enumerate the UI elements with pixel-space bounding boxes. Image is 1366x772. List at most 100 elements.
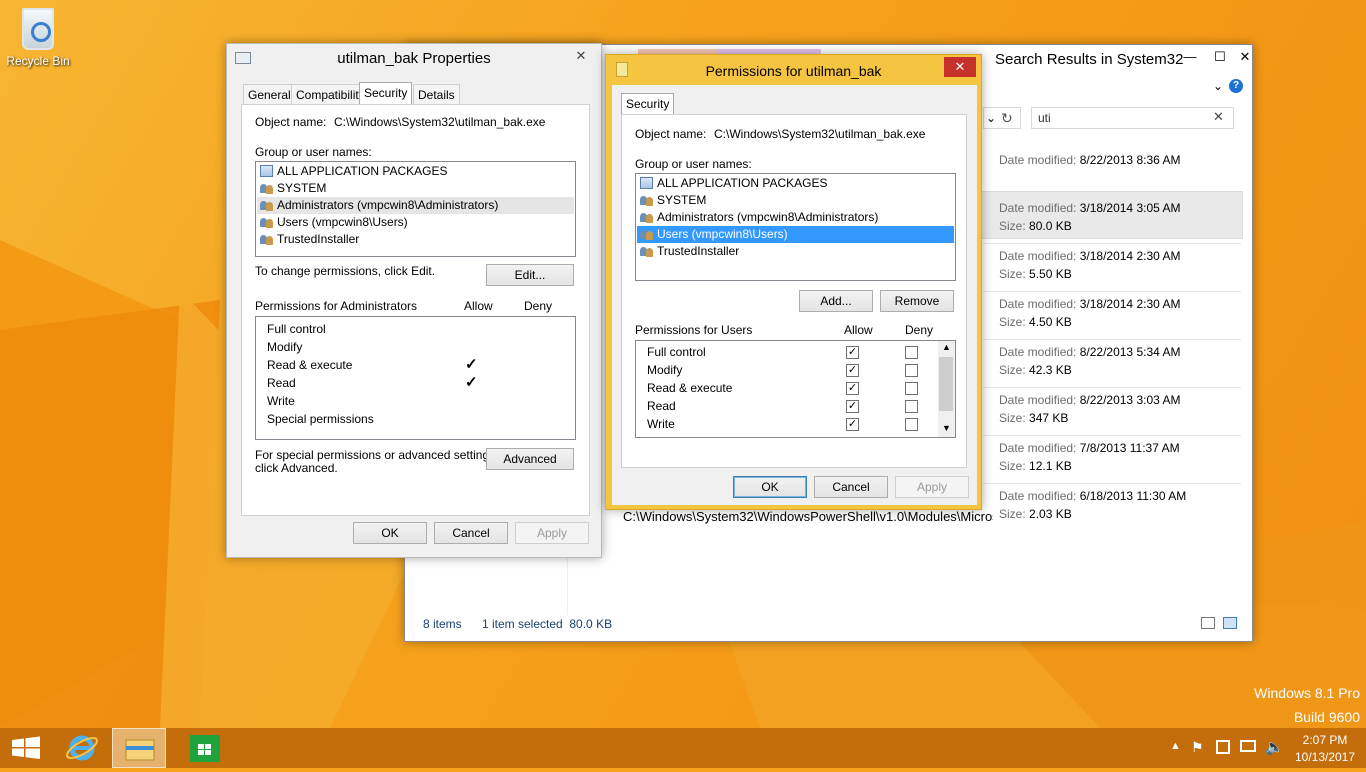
user-item[interactable]: TrustedInstaller (260, 231, 359, 248)
deny-checkbox[interactable] (905, 364, 918, 377)
network-icon[interactable] (1240, 740, 1256, 752)
allow-checkbox[interactable]: ✓ (846, 346, 859, 359)
chevron-down-icon[interactable]: ⌄ (1213, 79, 1223, 93)
internet-explorer-taskbar[interactable] (56, 728, 110, 768)
user-item[interactable]: SYSTEM (640, 192, 706, 209)
result-item[interactable]: Date modified: 8/22/2013 5:34 AM Size: 42… (999, 345, 1180, 377)
close-icon[interactable]: ✕ (566, 46, 596, 66)
file-explorer-taskbar[interactable] (112, 728, 166, 768)
size-value: 5.50 KB (1029, 267, 1072, 281)
deny-checkbox[interactable] (905, 382, 918, 395)
date-value: 3/18/2014 2:30 AM (1079, 249, 1181, 263)
date-value: 7/8/2013 11:37 AM (1079, 441, 1180, 455)
perm-item: Special permissions (267, 412, 374, 426)
allow-checkbox[interactable]: ✓ (846, 382, 859, 395)
store-taskbar[interactable] (178, 728, 232, 768)
windows-logo-icon (12, 736, 40, 759)
ok-button[interactable]: OK (733, 476, 807, 498)
deny-checkbox[interactable] (905, 400, 918, 413)
watermark-edition: Windows 8.1 Pro (1254, 685, 1360, 701)
deny-checkbox[interactable] (905, 346, 918, 359)
date-label: Date modified: (999, 153, 1077, 167)
result-item[interactable]: Date modified: 8/22/2013 3:03 AM Size: 34… (999, 393, 1180, 425)
cancel-button[interactable]: Cancel (814, 476, 888, 498)
result-path: C:\Windows\System32\WindowsPowerShell\v1… (623, 509, 993, 524)
taskbar: ▲ ⚑ 🔈 2:07 PM 10/13/2017 (0, 728, 1366, 768)
packages-icon (260, 165, 273, 177)
flag-icon[interactable]: ⚑ (1191, 739, 1204, 756)
result-item[interactable]: Date modified: 7/8/2013 11:37 AM Size: 12… (999, 441, 1180, 473)
advanced-button[interactable]: Advanced (486, 448, 574, 470)
perm-item: Read (647, 399, 676, 413)
refresh-icon[interactable]: ↻ (1001, 107, 1013, 129)
allow-checkbox[interactable]: ✓ (846, 364, 859, 377)
result-item[interactable]: Date modified: 8/22/2013 8:36 AM (999, 153, 1180, 171)
security-page: Object name: C:\Windows\System32\utilman… (241, 104, 590, 516)
user-item[interactable]: SYSTEM (260, 180, 326, 197)
tab-security[interactable]: Security (359, 82, 413, 104)
close-icon[interactable]: ✕ (1235, 47, 1255, 67)
deny-checkbox[interactable] (905, 418, 918, 431)
ok-button[interactable]: OK (353, 522, 427, 544)
tab-details[interactable]: Details (413, 84, 460, 104)
device-icon[interactable] (1216, 740, 1230, 754)
tab-compatibility[interactable]: Compatibility (291, 84, 370, 104)
remove-button[interactable]: Remove (880, 290, 954, 312)
maximize-icon[interactable]: ☐ (1205, 47, 1235, 67)
users-icon (260, 233, 273, 245)
add-button[interactable]: Add... (799, 290, 873, 312)
tab-general[interactable]: General (243, 84, 296, 104)
user-list[interactable]: ALL APPLICATION PACKAGES SYSTEM Administ… (255, 161, 576, 257)
user-item[interactable]: Administrators (vmpcwin8\Administrators) (257, 197, 574, 214)
users-icon (640, 245, 653, 257)
clear-search-icon[interactable]: ✕ (1213, 109, 1224, 125)
apply-button[interactable]: Apply (895, 476, 969, 498)
show-hidden-icons[interactable]: ▲ (1170, 740, 1181, 752)
help-icon[interactable]: ? (1229, 79, 1243, 93)
row-divider (983, 291, 1241, 292)
user-item[interactable]: TrustedInstaller (640, 243, 739, 260)
explorer-title: Search Results in System32 (995, 51, 1184, 68)
minimize-icon[interactable]: — (1175, 47, 1205, 67)
date-label: Date modified: (999, 201, 1077, 215)
cancel-button[interactable]: Cancel (434, 522, 508, 544)
scroll-up-icon[interactable]: ▲ (942, 342, 951, 352)
allow-checkbox[interactable]: ✓ (846, 400, 859, 413)
object-name-label: Object name: (255, 115, 327, 129)
group-label: Group or user names: (635, 157, 752, 171)
size-value: 12.1 KB (1029, 459, 1072, 473)
user-item[interactable]: ALL APPLICATION PACKAGES (640, 175, 828, 192)
object-name-value: C:\Windows\System32\utilman_bak.exe (714, 127, 926, 141)
user-item-selected[interactable]: Users (vmpcwin8\Users) (637, 226, 954, 243)
result-item[interactable]: Date modified: 6/18/2013 11:30 AM Size: 2… (999, 489, 1186, 521)
size-label: Size: (999, 459, 1026, 473)
large-icons-view-icon[interactable] (1223, 617, 1237, 629)
scrollbar[interactable]: ▲ ▼ (938, 341, 955, 437)
scroll-down-icon[interactable]: ▼ (942, 423, 951, 433)
user-item[interactable]: Users (vmpcwin8\Users) (260, 214, 408, 231)
size-value: 80.0 KB (1029, 219, 1072, 233)
permissions-window: Permissions for utilman_bak ✕ Security O… (605, 54, 982, 510)
clock[interactable]: 2:07 PM 10/13/2017 (1288, 733, 1362, 764)
status-selected: 1 item selected 80.0 KB (482, 617, 613, 631)
user-item[interactable]: Administrators (vmpcwin8\Administrators) (640, 209, 878, 226)
scroll-thumb[interactable] (939, 357, 953, 411)
permissions-for-label: Permissions for Administrators (255, 299, 418, 313)
tab-security[interactable]: Security (621, 93, 675, 115)
user-item[interactable]: ALL APPLICATION PACKAGES (260, 163, 448, 180)
size-label: Size: (999, 507, 1026, 521)
result-item[interactable]: Date modified: 3/18/2014 2:30 AM Size: 4.… (999, 297, 1180, 329)
details-view-icon[interactable] (1201, 617, 1215, 629)
search-input[interactable]: uti (1031, 107, 1234, 129)
apply-button[interactable]: Apply (515, 522, 589, 544)
start-button[interactable] (0, 728, 54, 768)
volume-icon[interactable]: 🔈 (1265, 738, 1284, 756)
recycle-bin-icon[interactable]: Recycle Bin (6, 8, 70, 68)
perm-item: Read & execute (647, 381, 733, 395)
edit-button[interactable]: Edit... (486, 264, 574, 286)
close-icon[interactable]: ✕ (944, 57, 976, 77)
result-item[interactable]: Date modified: 3/18/2014 2:30 AM Size: 5.… (999, 249, 1180, 281)
allow-checkbox[interactable]: ✓ (846, 418, 859, 431)
result-item[interactable]: Date modified: 3/18/2014 3:05 AM Size: 80… (999, 201, 1180, 233)
user-list[interactable]: ALL APPLICATION PACKAGES SYSTEM Administ… (635, 173, 956, 281)
